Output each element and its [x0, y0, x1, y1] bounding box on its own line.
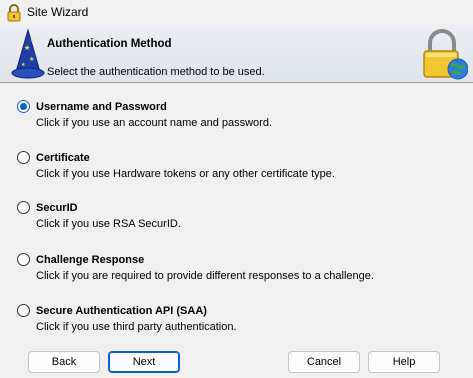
- option-description: Click if you use RSA SecurID.: [36, 218, 181, 230]
- wizard-header: ★ ★ ★ ★ Authentication Method Select the…: [0, 26, 473, 83]
- option-certificate[interactable]: Certificate Click if you use Hardware to…: [17, 141, 457, 181]
- option-description: Click if you use Hardware tokens or any …: [36, 168, 335, 180]
- padlock-globe-icon: [423, 29, 468, 80]
- title-bar: Site Wizard: [0, 0, 473, 26]
- svg-text:★: ★: [30, 38, 35, 44]
- window-title: Site Wizard: [27, 5, 89, 19]
- option-description: Click if you use an account name and pas…: [36, 117, 273, 129]
- radio-saa[interactable]: [17, 304, 30, 317]
- svg-text:★: ★: [24, 44, 30, 52]
- lock-icon: [7, 4, 21, 22]
- option-label: SecurID: [36, 202, 78, 214]
- option-securid[interactable]: SecurID Click if you use RSA SecurID.: [17, 191, 457, 231]
- back-button[interactable]: Back: [28, 351, 100, 373]
- option-label: Certificate: [36, 152, 90, 164]
- option-label: Secure Authentication API (SAA): [36, 305, 207, 317]
- next-button[interactable]: Next: [108, 351, 180, 373]
- help-button[interactable]: Help: [368, 351, 440, 373]
- svg-text:★: ★: [29, 56, 34, 63]
- header-subtitle: Select the authentication method to be u…: [47, 66, 265, 78]
- radio-certificate[interactable]: [17, 151, 30, 164]
- svg-text:★: ★: [21, 62, 26, 68]
- option-label: Challenge Response: [36, 254, 145, 266]
- option-username-password[interactable]: Username and Password Click if you use a…: [17, 90, 457, 130]
- option-description: Click if you are required to provide dif…: [36, 270, 374, 282]
- option-saa[interactable]: Secure Authentication API (SAA) Click if…: [17, 294, 457, 334]
- radio-securid[interactable]: [17, 201, 30, 214]
- option-description: Click if you use third party authenticat…: [36, 321, 237, 333]
- header-title: Authentication Method: [47, 38, 172, 50]
- cancel-button[interactable]: Cancel: [288, 351, 360, 373]
- radio-challenge-response[interactable]: [17, 253, 30, 266]
- option-label: Username and Password: [36, 101, 167, 113]
- wizard-hat-icon: ★ ★ ★ ★: [11, 28, 45, 79]
- option-challenge-response[interactable]: Challenge Response Click if you are requ…: [17, 243, 457, 283]
- radio-username-password[interactable]: [17, 100, 30, 113]
